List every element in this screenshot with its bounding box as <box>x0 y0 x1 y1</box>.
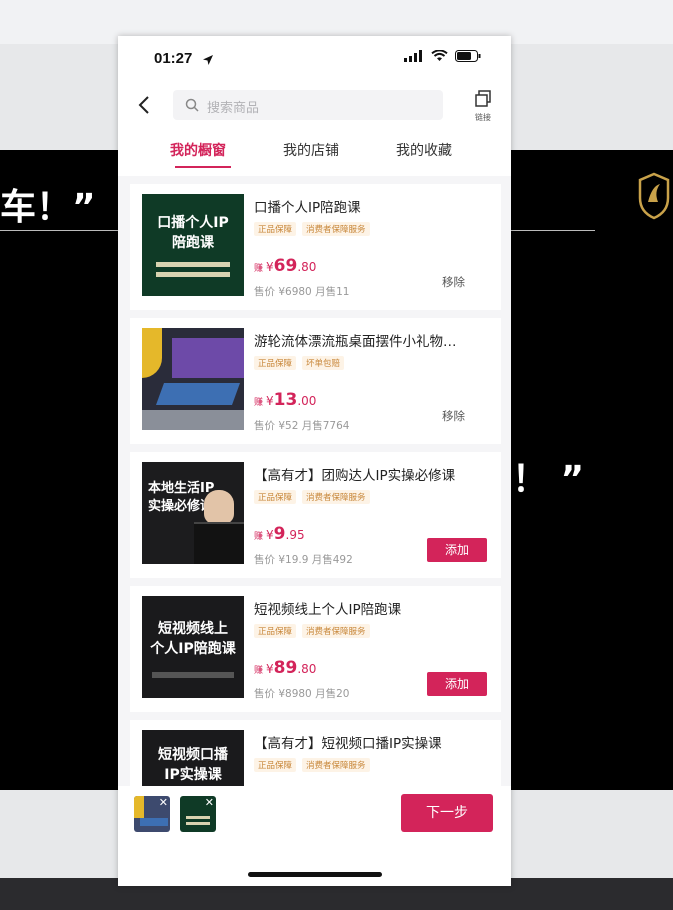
product-card[interactable]: 本地生活IP 实操必修课 【高有才】团购达人IP实操必修课 正品保障 消费者保障… <box>130 452 501 578</box>
tag-list: 正品保障 消费者保障服务 <box>254 624 370 638</box>
price-and-sales: 售价 ¥6980 月售11 <box>254 286 350 298</box>
tag: 坏单包赔 <box>302 356 345 370</box>
search-icon <box>185 98 199 112</box>
selection-footer: ✕ ✕ 下一步 <box>118 786 511 886</box>
battery-icon <box>455 50 481 62</box>
search-input[interactable]: 搜索商品 <box>173 90 443 120</box>
price-and-sales: 售价 ¥8980 月售20 <box>254 688 350 700</box>
product-title: 【高有才】短视频口播IP实操课 <box>254 736 442 752</box>
currency: ¥ <box>266 662 274 676</box>
tag: 消费者保障服务 <box>302 758 370 772</box>
back-arrow-icon[interactable] <box>134 92 156 118</box>
product-card[interactable]: 短视频口播 IP实操课 【高有才】短视频口播IP实操课 正品保障 消费者保障服务 <box>130 720 501 786</box>
price-dec: .00 <box>297 394 317 408</box>
product-title: 口播个人IP陪跑课 <box>254 200 361 216</box>
product-title: 短视频线上个人IP陪跑课 <box>254 602 402 618</box>
tab-bar: 我的橱窗 我的店铺 我的收藏 <box>118 136 511 172</box>
currency: ¥ <box>266 394 274 408</box>
earn-label: 赚 <box>254 666 264 676</box>
product-thumbnail: 短视频口播 IP实操课 <box>142 730 244 786</box>
status-bar: 01:27 <box>118 36 511 82</box>
phone-screen: 01:27 搜索商品 链接 我的橱窗 我的店铺 我的收藏 口播个人IP 陪跑课 … <box>118 36 511 886</box>
earn-label: 赚 <box>254 398 264 408</box>
remove-button[interactable]: 移除 <box>442 408 465 424</box>
product-thumbnail: 口播个人IP 陪跑课 <box>142 194 244 296</box>
price-dec: .80 <box>297 260 317 274</box>
tab-my-store[interactable]: 我的店铺 <box>283 140 339 160</box>
product-title: 游轮流体漂流瓶桌面摆件小礼物… <box>254 334 457 350</box>
tag: 正品保障 <box>254 356 297 370</box>
price-int: 13 <box>273 390 298 410</box>
selected-item-thumb[interactable]: ✕ <box>134 796 170 832</box>
add-button[interactable]: 添加 <box>427 538 487 562</box>
thumbnail-text: 短视频线上 <box>158 621 228 637</box>
thumbnail-text: 短视频口播 <box>158 747 228 763</box>
commission-price: 赚 ¥ 13 .00 <box>254 390 316 410</box>
commission-price: 赚 ¥ 9 .95 <box>254 524 305 544</box>
remove-button[interactable]: 移除 <box>442 274 465 290</box>
tag-list: 正品保障 消费者保障服务 <box>254 490 370 504</box>
commission-price: 赚 ¥ 69 .80 <box>254 256 316 276</box>
tag-list: 正品保障 消费者保障服务 <box>254 758 370 772</box>
close-icon[interactable]: ✕ <box>205 796 214 809</box>
product-thumbnail: 本地生活IP 实操必修课 <box>142 462 244 564</box>
product-list[interactable]: 口播个人IP 陪跑课 口播个人IP陪跑课 正品保障 消费者保障服务 赚 ¥ 69… <box>118 176 511 786</box>
status-time: 01:27 <box>154 50 193 67</box>
price-dec: .95 <box>285 528 305 542</box>
tag: 正品保障 <box>254 758 297 772</box>
price-and-sales: 售价 ¥52 月售7764 <box>254 420 350 432</box>
earn-label: 赚 <box>254 264 264 274</box>
product-thumbnail: 短视频线上 个人IP陪跑课 <box>142 596 244 698</box>
product-title: 【高有才】团购达人IP实操必修课 <box>254 468 456 484</box>
earn-label: 赚 <box>254 532 264 542</box>
shield-logo-icon <box>638 172 670 220</box>
tag: 正品保障 <box>254 624 297 638</box>
wifi-icon <box>431 50 448 61</box>
tag-list: 正品保障 消费者保障服务 <box>254 222 370 236</box>
thumbnail-text: 个人IP陪跑课 <box>150 641 236 657</box>
add-button[interactable]: 添加 <box>427 672 487 696</box>
link-label: 链接 <box>475 113 491 122</box>
search-placeholder: 搜索商品 <box>207 101 260 116</box>
tab-my-window[interactable]: 我的橱窗 <box>170 140 226 160</box>
next-step-button[interactable]: 下一步 <box>401 794 493 832</box>
slide-text: ！ ” <box>512 459 585 500</box>
tab-my-favorites[interactable]: 我的收藏 <box>396 140 452 160</box>
currency: ¥ <box>266 528 274 542</box>
top-nav: 搜索商品 链接 <box>118 84 511 128</box>
home-indicator <box>248 872 382 877</box>
product-card[interactable]: 短视频线上 个人IP陪跑课 短视频线上个人IP陪跑课 正品保障 消费者保障服务 … <box>130 586 501 712</box>
price-dec: .80 <box>297 662 317 676</box>
product-card[interactable]: 游轮流体漂流瓶桌面摆件小礼物… 正品保障 坏单包赔 赚 ¥ 13 .00 售价 … <box>130 318 501 444</box>
price-int: 89 <box>273 658 298 678</box>
thumbnail-text: IP实操课 <box>164 767 222 783</box>
slide-text: 车！” <box>0 187 96 228</box>
selected-item-thumb[interactable]: ✕ <box>180 796 216 832</box>
thumbnail-text: 口播个人IP <box>157 215 229 231</box>
price-and-sales: 售价 ¥19.9 月售492 <box>254 554 353 566</box>
tag-list: 正品保障 坏单包赔 <box>254 356 345 370</box>
tag: 消费者保障服务 <box>302 490 370 504</box>
signal-icon <box>404 50 422 62</box>
commission-price: 赚 ¥ 89 .80 <box>254 658 316 678</box>
close-icon[interactable]: ✕ <box>159 796 168 809</box>
price-int: 69 <box>273 256 298 276</box>
price-int: 9 <box>273 524 286 544</box>
tag: 正品保障 <box>254 222 297 236</box>
tag: 正品保障 <box>254 490 297 504</box>
thumbnail-text: 陪跑课 <box>172 235 214 251</box>
product-card[interactable]: 口播个人IP 陪跑课 口播个人IP陪跑课 正品保障 消费者保障服务 赚 ¥ 69… <box>130 184 501 310</box>
tab-underline <box>175 166 231 168</box>
product-thumbnail <box>142 328 244 430</box>
copy-link-icon <box>475 90 491 107</box>
currency: ¥ <box>266 260 274 274</box>
location-arrow-icon <box>202 51 214 70</box>
tag: 消费者保障服务 <box>302 624 370 638</box>
tag: 消费者保障服务 <box>302 222 370 236</box>
link-button[interactable]: 链接 <box>468 90 498 126</box>
